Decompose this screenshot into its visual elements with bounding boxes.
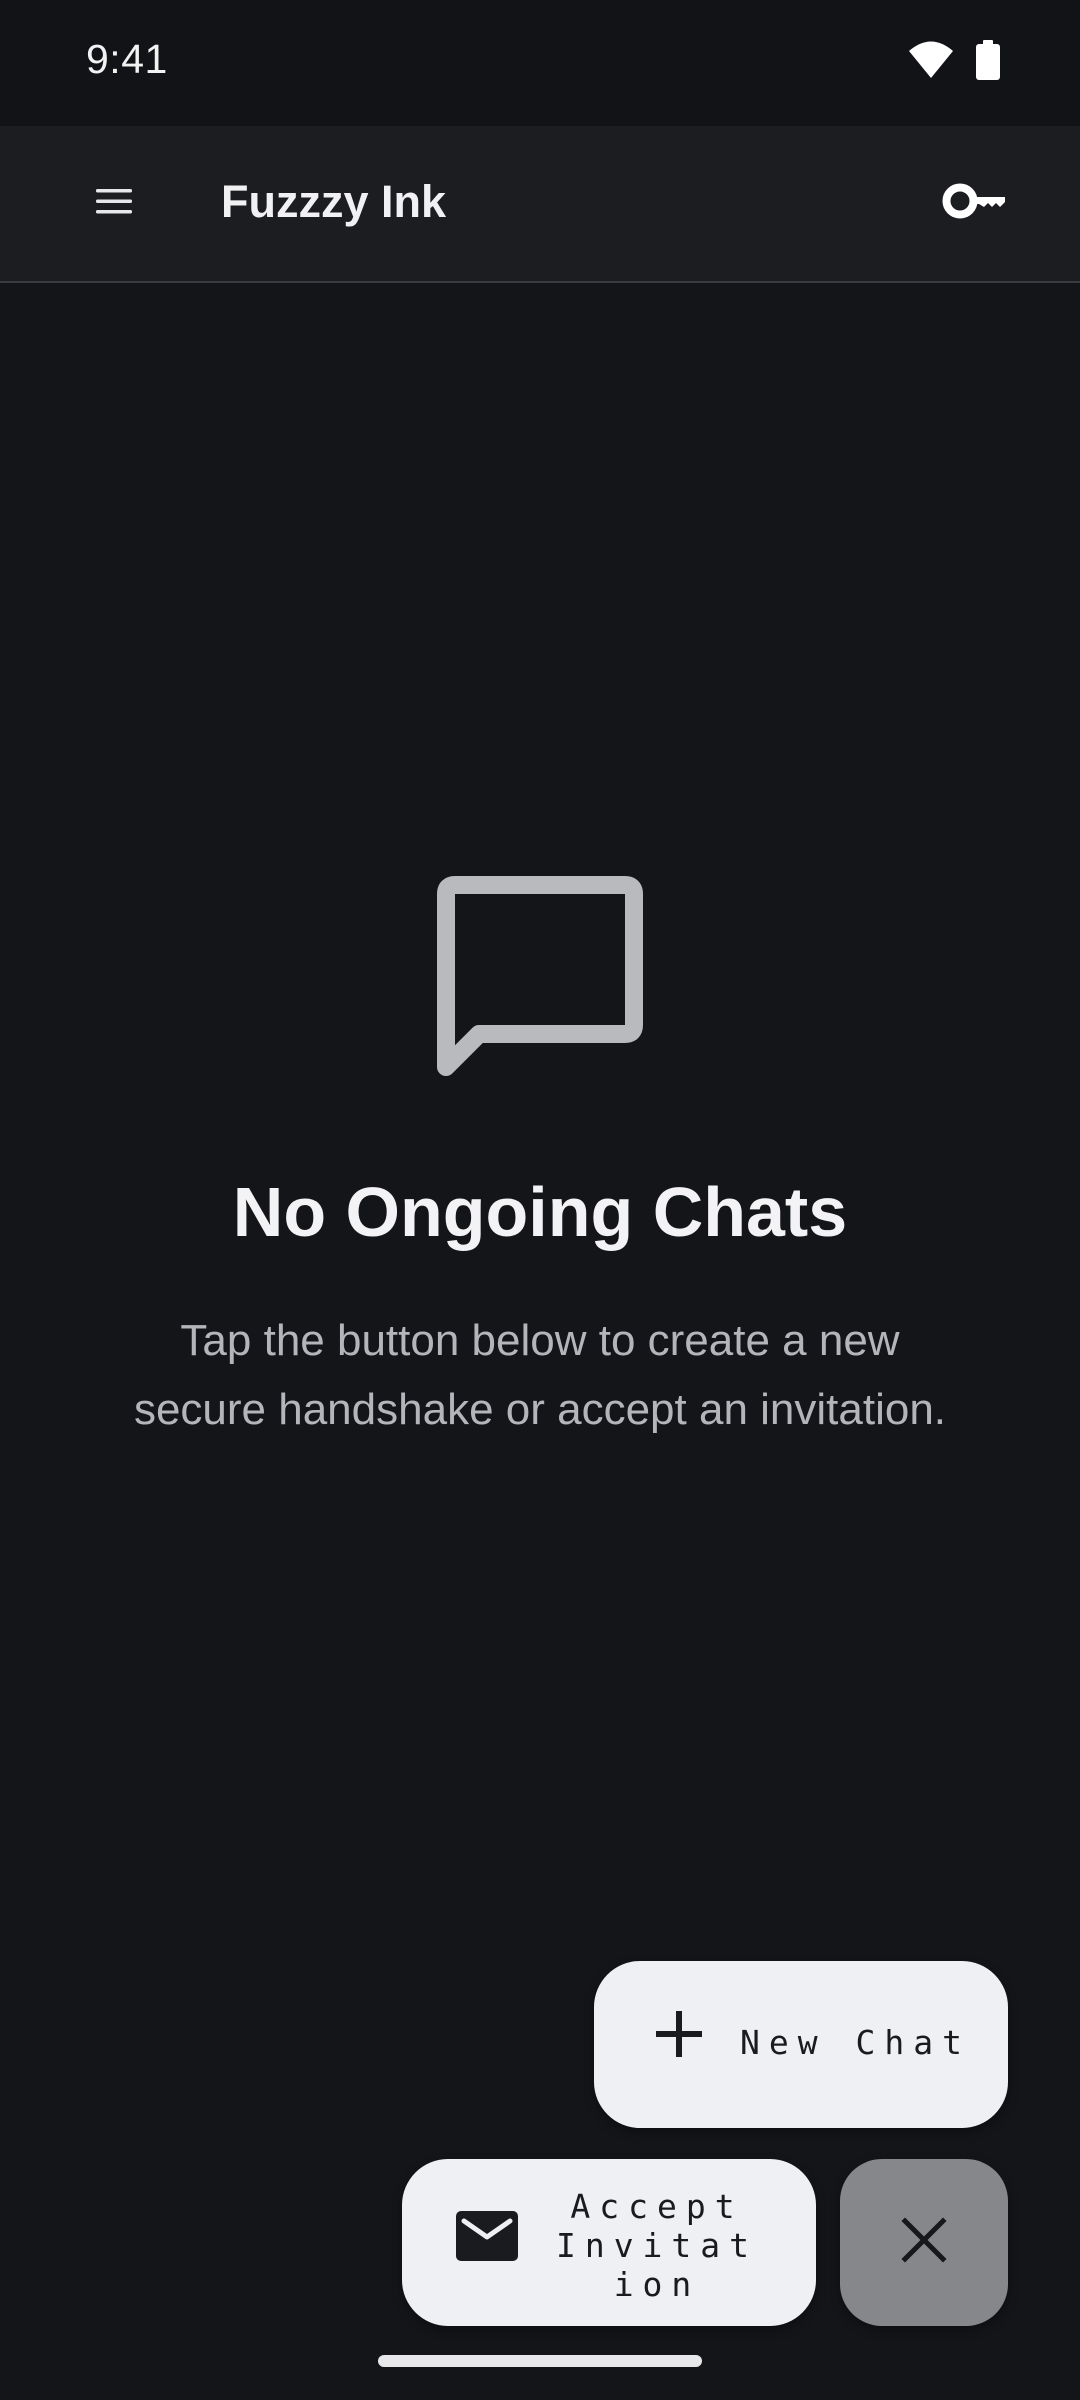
new-chat-button[interactable]: New Chat	[594, 1961, 1008, 2128]
accept-invitation-button[interactable]: Accept Invitation	[402, 2159, 816, 2326]
top-app-bar: Fuzzzy Ink	[0, 126, 1080, 283]
empty-state-title: No Ongoing Chats	[232, 1173, 848, 1251]
empty-state-description: Tap the button below to create a new sec…	[133, 1316, 947, 1434]
status-bar: 9:41	[0, 0, 1080, 126]
key-icon	[941, 182, 1007, 225]
menu-button[interactable]	[80, 166, 148, 240]
app-screen: 9:41 Fuzzzy Ink No Ongoing Chats Tap the…	[0, 0, 1080, 2400]
accept-invitation-label: Accept Invitation	[555, 2187, 759, 2304]
close-fab-menu-button[interactable]	[840, 2159, 1008, 2326]
close-icon	[901, 2217, 947, 2268]
wifi-icon	[908, 40, 954, 85]
battery-icon	[976, 40, 1000, 85]
plus-icon	[654, 2009, 704, 2064]
key-button[interactable]	[934, 166, 1014, 240]
home-indicator[interactable]	[378, 2355, 702, 2367]
chat-bubble-icon	[437, 876, 643, 1078]
status-time: 9:41	[86, 36, 168, 82]
app-title: Fuzzzy Ink	[221, 176, 447, 227]
mail-icon	[456, 2211, 518, 2266]
menu-icon	[96, 187, 132, 220]
new-chat-label: New Chat	[740, 2023, 971, 2062]
status-icons	[908, 40, 1000, 85]
